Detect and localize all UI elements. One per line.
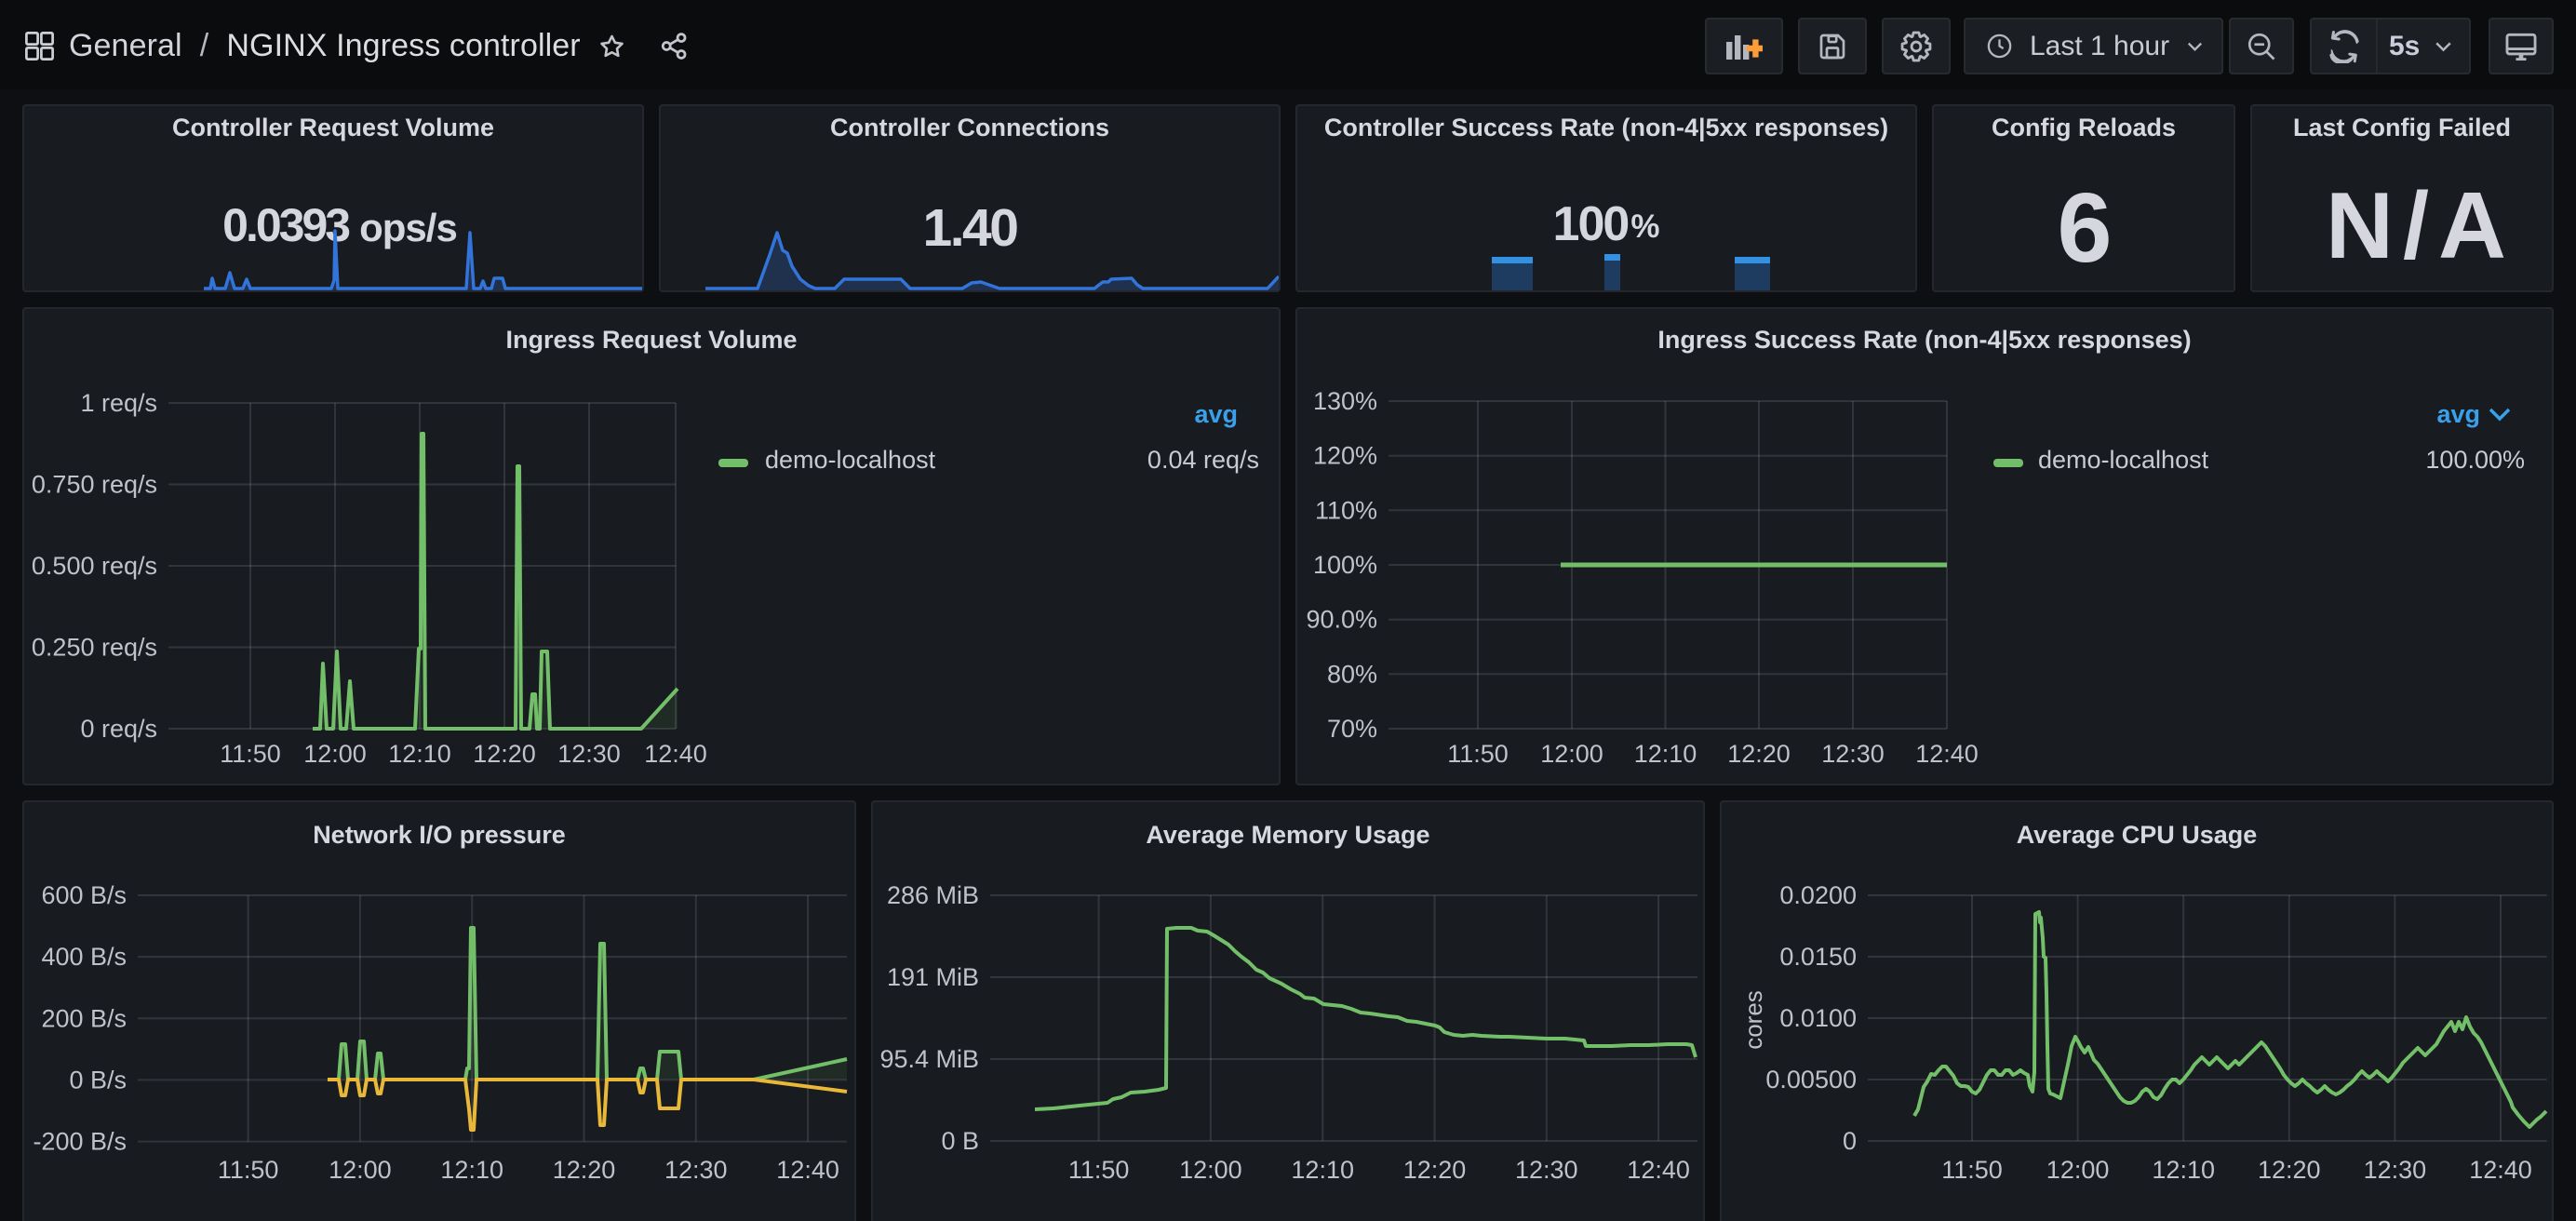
svg-text:0.0393ops/s: 0.0393ops/s <box>222 199 457 251</box>
svg-text:12:30: 12:30 <box>1821 740 1885 768</box>
svg-text:6: 6 <box>2058 173 2113 283</box>
svg-text:12:10: 12:10 <box>388 740 451 768</box>
svg-text:0.250 req/s: 0.250 req/s <box>32 634 157 662</box>
svg-text:cores: cores <box>1739 990 1767 1050</box>
svg-text:400 B/s: 400 B/s <box>41 943 127 971</box>
svg-text:200 B/s: 200 B/s <box>41 1004 127 1032</box>
svg-text:11:50: 11:50 <box>220 740 281 768</box>
svg-text:12:30: 12:30 <box>2364 1156 2427 1184</box>
svg-text:12:40: 12:40 <box>644 740 707 768</box>
svg-text:12:20: 12:20 <box>1727 740 1791 768</box>
svg-text:-200 B/s: -200 B/s <box>33 1128 127 1156</box>
svg-text:12:20: 12:20 <box>553 1156 616 1184</box>
svg-text:95.4 MiB: 95.4 MiB <box>879 1045 979 1073</box>
svg-text:11:50: 11:50 <box>1068 1156 1130 1184</box>
svg-text:0.0100: 0.0100 <box>1779 1004 1857 1032</box>
svg-text:12:40: 12:40 <box>1915 740 1979 768</box>
svg-text:12:10: 12:10 <box>2152 1156 2215 1184</box>
svg-text:demo-localhost: demo-localhost <box>2038 446 2209 474</box>
svg-text:600 B/s: 600 B/s <box>41 881 127 909</box>
svg-text:0.0150: 0.0150 <box>1779 943 1857 971</box>
svg-text:12:30: 12:30 <box>1515 1156 1578 1184</box>
svg-text:12:30: 12:30 <box>664 1156 728 1184</box>
svg-text:110%: 110% <box>1315 496 1377 524</box>
svg-text:12:10: 12:10 <box>1634 740 1697 768</box>
svg-text:avg: avg <box>2436 400 2480 428</box>
svg-text:12:10: 12:10 <box>1291 1156 1354 1184</box>
svg-text:12:40: 12:40 <box>2469 1156 2532 1184</box>
svg-text:N/A: N/A <box>2326 174 2516 278</box>
svg-text:12:30: 12:30 <box>557 740 621 768</box>
svg-text:100%: 100% <box>1553 197 1660 251</box>
svg-text:100%: 100% <box>1313 551 1377 579</box>
svg-text:12:20: 12:20 <box>473 740 536 768</box>
svg-text:avg: avg <box>1194 400 1238 428</box>
svg-text:0: 0 <box>1843 1127 1857 1155</box>
svg-text:100.00%: 100.00% <box>2425 446 2525 474</box>
svg-text:11:50: 11:50 <box>1447 740 1509 768</box>
svg-text:0 B: 0 B <box>941 1127 979 1155</box>
svg-text:90.0%: 90.0% <box>1306 606 1377 634</box>
svg-text:0.750 req/s: 0.750 req/s <box>32 471 157 499</box>
svg-text:1 req/s: 1 req/s <box>80 389 157 417</box>
svg-text:0 req/s: 0 req/s <box>80 715 157 743</box>
svg-text:0.04 req/s: 0.04 req/s <box>1147 446 1259 474</box>
svg-text:1.40: 1.40 <box>923 198 1018 258</box>
svg-text:12:20: 12:20 <box>1403 1156 1467 1184</box>
svg-text:11:50: 11:50 <box>1941 1156 2003 1184</box>
svg-text:0 B/s: 0 B/s <box>69 1066 127 1094</box>
svg-text:12:10: 12:10 <box>440 1156 503 1184</box>
svg-text:11:50: 11:50 <box>218 1156 279 1184</box>
svg-text:12:20: 12:20 <box>2258 1156 2321 1184</box>
svg-text:12:00: 12:00 <box>1179 1156 1242 1184</box>
svg-text:12:40: 12:40 <box>1627 1156 1690 1184</box>
svg-text:70%: 70% <box>1327 715 1377 743</box>
svg-text:demo-localhost: demo-localhost <box>765 446 936 474</box>
svg-text:130%: 130% <box>1313 387 1377 415</box>
svg-text:0.0200: 0.0200 <box>1779 881 1857 909</box>
svg-text:191 MiB: 191 MiB <box>887 963 979 991</box>
svg-text:120%: 120% <box>1313 442 1377 470</box>
svg-text:0.00500: 0.00500 <box>1765 1066 1857 1094</box>
svg-text:12:00: 12:00 <box>303 740 367 768</box>
svg-text:0.500 req/s: 0.500 req/s <box>32 552 157 580</box>
svg-text:12:00: 12:00 <box>1540 740 1603 768</box>
svg-text:80%: 80% <box>1327 660 1377 688</box>
svg-text:12:00: 12:00 <box>329 1156 392 1184</box>
svg-text:286 MiB: 286 MiB <box>887 881 979 909</box>
svg-text:12:00: 12:00 <box>2046 1156 2110 1184</box>
svg-text:12:40: 12:40 <box>776 1156 839 1184</box>
